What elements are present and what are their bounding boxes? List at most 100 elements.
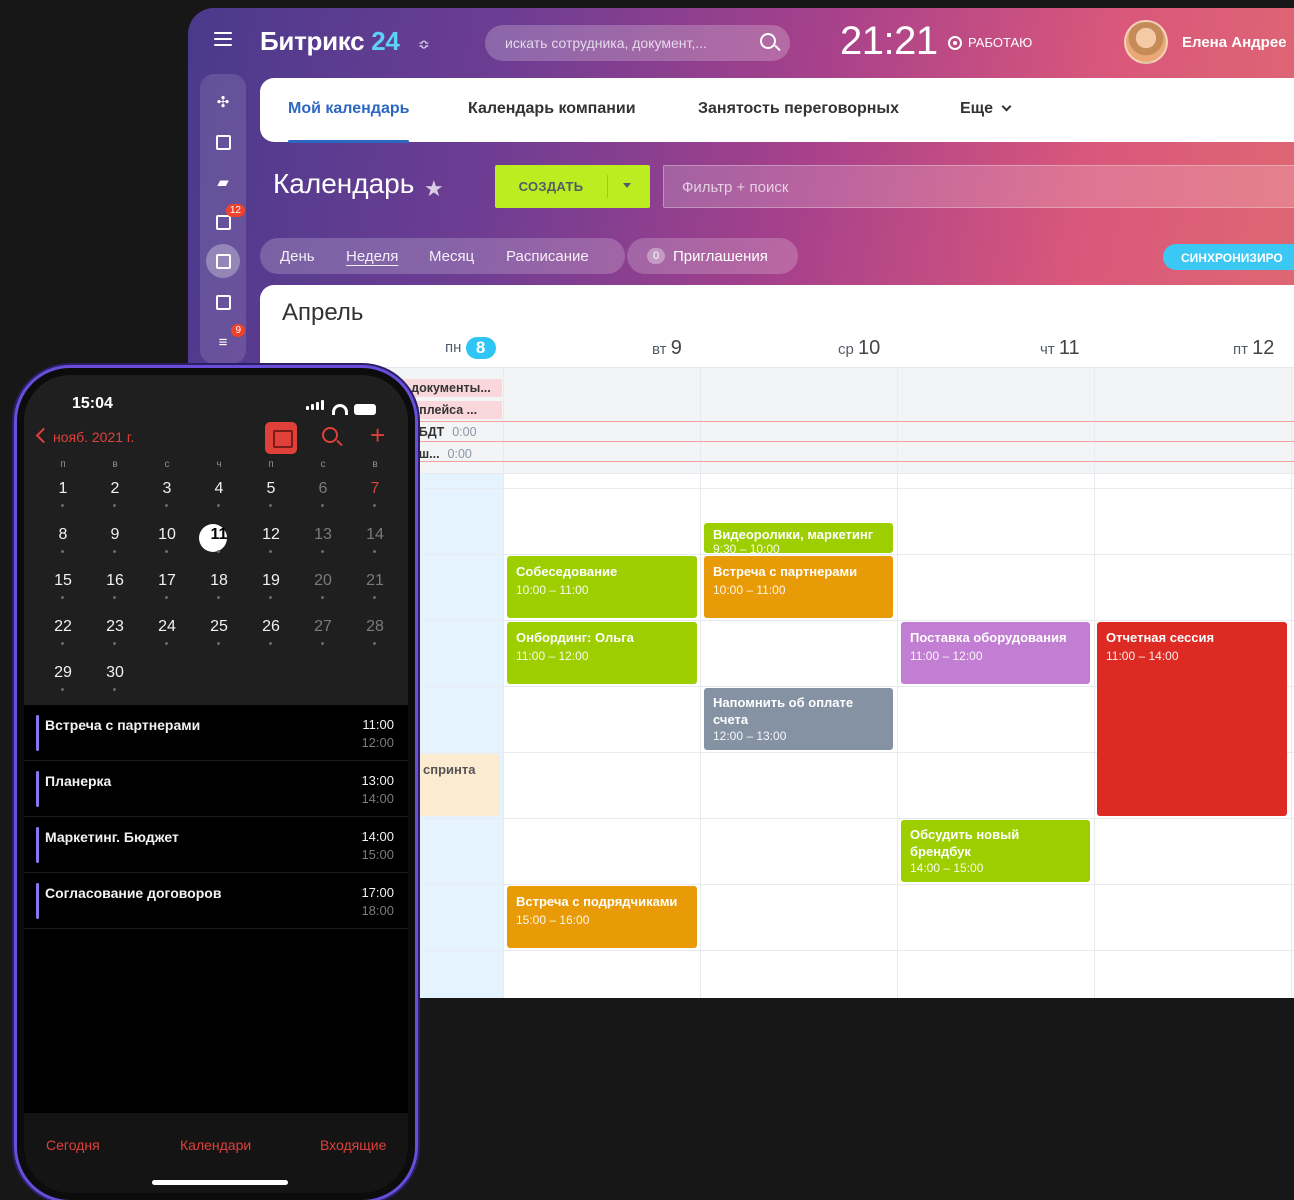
docs-icon[interactable] [211, 290, 235, 314]
calendar-day[interactable]: 24 [152, 618, 182, 636]
calendar-day[interactable]: 7 [360, 480, 390, 498]
calendar-day[interactable]: 4 [204, 480, 234, 498]
event-dot [217, 550, 220, 553]
day-header-fri[interactable]: пт 12 [1233, 337, 1274, 360]
dropdown-arrow-icon[interactable] [623, 183, 631, 188]
day-header-wed[interactable]: ср 10 [838, 337, 880, 360]
view-day[interactable]: День [280, 248, 315, 265]
event-brandbook[interactable]: Обсудить новый брендбук 14:00 – 15:00 [901, 820, 1090, 882]
calendar-day[interactable]: 26 [256, 618, 286, 636]
sync-button[interactable]: СИНХРОНИЗИРО [1163, 244, 1294, 270]
logo[interactable]: Битрикс 24 [260, 26, 400, 57]
event-onboarding[interactable]: Онбординг: Ольга 11:00 – 12:00 [507, 622, 697, 684]
event-dot [269, 504, 272, 507]
back-button[interactable]: нояб. 2021 г. [38, 429, 134, 445]
day-header-tue[interactable]: вт 9 [652, 337, 682, 360]
event-time: 10:00 – 11:00 [516, 583, 589, 597]
calendar-day[interactable]: 25 [204, 618, 234, 636]
chat-icon[interactable]: ▰ [211, 170, 235, 194]
tab-today[interactable]: Сегодня [46, 1137, 100, 1153]
view-schedule[interactable]: Расписание [506, 248, 589, 265]
calendar-day[interactable]: 28 [360, 618, 390, 636]
event-video-marketing[interactable]: Видеоролики, маркетинг 9:30 – 10:00 [704, 523, 893, 553]
event-name: Поставка оборудования [910, 630, 1067, 645]
work-status[interactable]: РАБОТАЮ [948, 35, 1032, 50]
event-contractors-meeting[interactable]: Встреча с подрядчиками 15:00 – 16:00 [507, 886, 697, 948]
calendar-day[interactable]: 20 [308, 572, 338, 590]
calendar-day[interactable]: 14 [360, 526, 390, 544]
calendar-day[interactable]: 23 [100, 618, 130, 636]
day-header-mon[interactable]: пн 8 [445, 337, 496, 359]
calendar-day[interactable]: 18 [204, 572, 234, 590]
tasks-badge: 12 [225, 204, 245, 217]
calendar-day[interactable]: 29 [48, 664, 78, 682]
filter-search-input[interactable]: Фильтр + поиск [663, 165, 1294, 208]
list-item[interactable]: Согласование договоров 17:00 18:00 [24, 873, 408, 929]
event-partners-meeting[interactable]: Встреча с партнерами 10:00 – 11:00 [704, 556, 893, 618]
create-button-label: СОЗДАТЬ [518, 179, 584, 194]
search-input[interactable]: искать сотрудника, документ,... [485, 25, 790, 61]
sitemap-icon[interactable]: ✣ [211, 90, 235, 114]
search-icon[interactable] [322, 427, 338, 443]
calendar-day[interactable]: 2 [100, 480, 130, 498]
calendar-day[interactable]: 16 [100, 572, 130, 590]
event-start: 17:00 [361, 885, 394, 900]
search-icon[interactable] [760, 33, 776, 49]
event-name: Собеседование [516, 564, 618, 579]
home-indicator[interactable] [152, 1180, 288, 1185]
calendar-day[interactable]: 8 [48, 526, 78, 544]
calendar-day[interactable]: 19 [256, 572, 286, 590]
tab-more[interactable]: Еще [960, 100, 1012, 118]
calendar-day[interactable]: 1 [48, 480, 78, 498]
list-item[interactable]: Маркетинг. Бюджет 14:00 15:00 [24, 817, 408, 873]
calendar-day[interactable]: 5 [256, 480, 286, 498]
event-interview[interactable]: Собеседование 10:00 – 11:00 [507, 556, 697, 618]
day-header-thu[interactable]: чт 11 [1040, 337, 1080, 360]
calendar-day[interactable]: 27 [308, 618, 338, 636]
clock[interactable]: 21:21 [840, 19, 938, 64]
calendar-day[interactable]: 3 [152, 480, 182, 498]
calendar-day[interactable]: 6 [308, 480, 338, 498]
event-dot [321, 596, 324, 599]
event-end: 14:00 [361, 791, 394, 806]
calendar-icon[interactable] [206, 244, 240, 278]
feed-icon[interactable] [211, 130, 235, 154]
calendar-day[interactable]: 22 [48, 618, 78, 636]
event-equipment-delivery[interactable]: Поставка оборудования 11:00 – 12:00 [901, 622, 1090, 684]
invitations-button[interactable]: 0 Приглашения [627, 238, 798, 274]
create-button[interactable]: СОЗДАТЬ [495, 165, 650, 208]
star-icon[interactable]: ★ [424, 176, 444, 202]
calendar-day[interactable]: 9 [100, 526, 130, 544]
event-dot [373, 550, 376, 553]
avatar[interactable] [1124, 20, 1168, 64]
event-payment-reminder[interactable]: Напомнить об оплате счета 12:00 – 13:00 [704, 688, 893, 750]
event-reporting-session[interactable]: Отчетная сессия 11:00 – 14:00 [1097, 622, 1287, 816]
view-month[interactable]: Месяц [429, 248, 474, 265]
view-week[interactable]: Неделя [346, 248, 398, 265]
username[interactable]: Елена Андрее [1182, 34, 1287, 51]
tasks-icon[interactable]: 12 [211, 204, 245, 234]
all-day-event[interactable]: ь документы... [400, 379, 502, 397]
event-dot [269, 550, 272, 553]
filter-icon[interactable]: ≡ 9 [211, 324, 245, 354]
calendar-view-icon[interactable] [265, 422, 297, 454]
calendar-day[interactable]: 12 [256, 526, 286, 544]
add-icon[interactable]: + [370, 420, 385, 451]
menu-icon[interactable] [214, 32, 232, 46]
calendar-day[interactable]: 10 [152, 526, 182, 544]
tab-meeting-rooms[interactable]: Занятость переговорных [698, 100, 899, 118]
calendar-day[interactable]: 21 [360, 572, 390, 590]
calendar-day[interactable]: 30 [100, 664, 130, 682]
list-item[interactable]: Планерка 13:00 14:00 [24, 761, 408, 817]
calendar-day[interactable]: 11 [204, 526, 234, 544]
calendar-day[interactable]: 15 [48, 572, 78, 590]
calendar-day[interactable]: 17 [152, 572, 182, 590]
list-item[interactable]: Встреча с партнерами 11:00 12:00 [24, 705, 408, 761]
tab-my-calendar[interactable]: Мой календарь [288, 100, 410, 143]
event-dot [269, 596, 272, 599]
tab-company-calendar[interactable]: Календарь компании [468, 100, 636, 118]
tab-calendars[interactable]: Календари [180, 1137, 251, 1153]
tab-inbox[interactable]: Входящие [320, 1137, 386, 1153]
portal-switch-icon[interactable]: ≎ [418, 36, 430, 53]
calendar-day[interactable]: 13 [308, 526, 338, 544]
